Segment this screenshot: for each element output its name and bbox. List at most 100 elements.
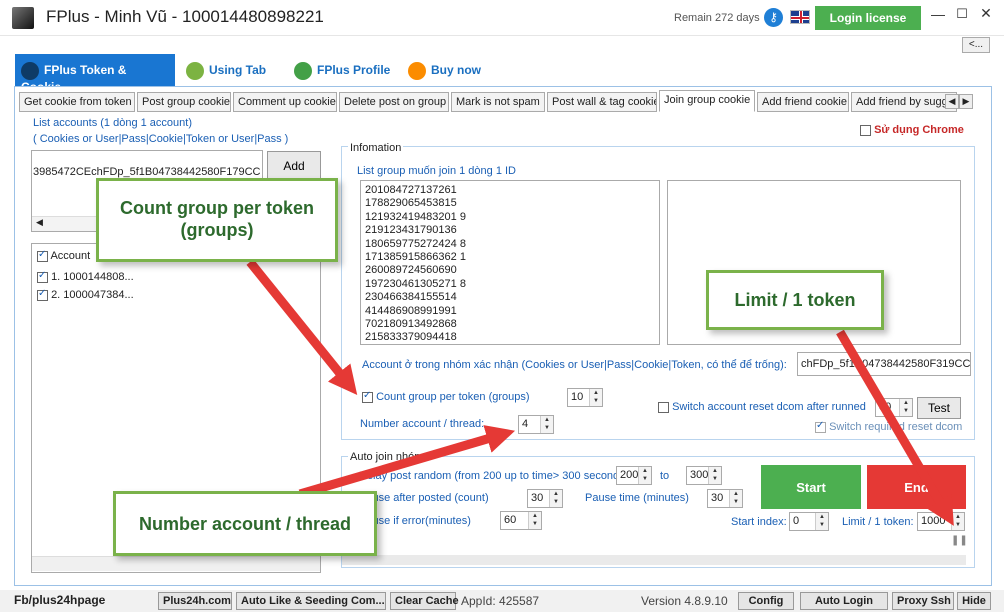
grid-scrollbar[interactable]: [32, 556, 320, 571]
tab-scroll-left-button[interactable]: ◀: [945, 94, 959, 109]
switch-account-option[interactable]: Switch account reset dcom after runned: [658, 401, 866, 413]
switch-required-checkbox: [815, 420, 826, 433]
switch-account-checkbox[interactable]: [658, 401, 669, 413]
delay-max-stepper[interactable]: 300 ▲ ▼: [686, 466, 722, 485]
tab-mark-not-spam[interactable]: Mark is not spam: [451, 92, 545, 112]
tab-join-group-cookie[interactable]: Join group cookie: [659, 90, 755, 112]
number-account-stepper[interactable]: 4 ▲ ▼: [518, 415, 554, 434]
count-group-checkbox[interactable]: [362, 390, 373, 403]
pause-error-stepper[interactable]: 60 ▲ ▼: [500, 511, 542, 530]
maximize-button[interactable]: ☐: [952, 6, 972, 26]
app-id: AppId: 425587: [461, 594, 540, 608]
link-icon: [186, 62, 204, 80]
cookie-icon: [21, 62, 39, 80]
group-list-label: List group muốn join 1 dòng 1 ID: [357, 165, 516, 177]
list-accounts-format: ( Cookies or User|Pass|Cookie|Token or U…: [33, 133, 289, 145]
number-account-label: Number account / thread:: [360, 418, 485, 430]
information-label: Infomation: [348, 142, 404, 154]
table-row[interactable]: 2. 1000047384...: [37, 288, 134, 301]
stepper-arrows-icon[interactable]: ▲ ▼: [528, 512, 541, 529]
subtab-bar: Get cookie from token Post group cookie …: [19, 90, 989, 112]
count-group-stepper[interactable]: 10 ▲ ▼: [567, 388, 603, 407]
nav-fplus-token-cookie[interactable]: FPlus Token & Cookie: [15, 54, 175, 94]
uk-flag-icon[interactable]: [790, 10, 810, 24]
tab-delete-post-on-group[interactable]: Delete post on group: [339, 92, 449, 112]
row-checkbox[interactable]: [37, 270, 48, 283]
switch-required-option: Switch required reset dcom: [815, 420, 962, 433]
switch-account-stepper[interactable]: 50 ▲ ▼: [875, 398, 913, 417]
pause-time-label: Pause time (minutes): [585, 492, 689, 504]
auto-login-button[interactable]: Auto Login: [800, 592, 888, 610]
proxy-ssh-button[interactable]: Proxy Ssh: [892, 592, 954, 610]
stepper-arrows-icon[interactable]: ▲ ▼: [951, 513, 964, 530]
grid-header: Account: [37, 249, 90, 262]
close-button[interactable]: ✕: [976, 5, 996, 25]
table-row[interactable]: 1. 1000144808...: [37, 270, 134, 283]
pause-icon: ❚❚: [951, 535, 968, 546]
auto-join-scrollbar[interactable]: [342, 555, 966, 565]
config-button[interactable]: Config: [738, 592, 794, 610]
stepper-arrows-icon[interactable]: ▲ ▼: [638, 467, 651, 484]
start-button[interactable]: Start: [761, 465, 861, 509]
add-button[interactable]: Add: [267, 151, 321, 181]
pause-time-stepper[interactable]: 30 ▲ ▼: [707, 489, 743, 508]
count-group-option[interactable]: Count group per token (groups): [362, 390, 530, 403]
tab-comment-up-cookie[interactable]: Comment up cookie: [233, 92, 337, 112]
callout-limit-token: Limit / 1 token: [706, 270, 884, 330]
tab-add-friend-by-suggest[interactable]: Add friend by sugge: [851, 92, 957, 112]
fb-page-link[interactable]: Fb/plus24hpage: [14, 593, 105, 611]
stepper-arrows-icon[interactable]: ▲ ▼: [899, 399, 912, 416]
app-logo-icon: [12, 7, 34, 29]
group-id-list: 201084727137261 178829065453815 12193241…: [365, 184, 466, 344]
tab-add-friend-cookie[interactable]: Add friend cookie: [757, 92, 849, 112]
stepper-arrows-icon[interactable]: ▲ ▼: [589, 389, 602, 406]
hide-button[interactable]: Hide: [957, 592, 991, 610]
stepper-arrows-icon[interactable]: ▲ ▼: [815, 513, 828, 530]
start-index-stepper[interactable]: 0 ▲ ▼: [789, 512, 829, 531]
refresh-icon: [408, 62, 426, 80]
group-id-textarea[interactable]: 201084727137261 178829065453815 12193241…: [360, 180, 660, 345]
version-label: Version 4.8.9.10: [641, 594, 728, 608]
stepper-arrows-icon[interactable]: ▲ ▼: [540, 416, 553, 433]
clear-cache-button[interactable]: Clear Cache: [390, 592, 459, 610]
group-icon: [294, 62, 312, 80]
tab-scroll-buttons: ◀ ▶: [945, 94, 989, 109]
confirm-account-input[interactable]: chFDp_5f1B04738442580F319CC;: [797, 352, 971, 376]
nav-using-tab[interactable]: Using Tab: [182, 54, 270, 86]
row-checkbox[interactable]: [37, 288, 48, 301]
select-all-checkbox[interactable]: [37, 249, 48, 262]
limit-per-token-label: Limit / 1 token:: [842, 516, 914, 528]
test-button[interactable]: Test: [917, 397, 961, 419]
stepper-arrows-icon[interactable]: ▲ ▼: [708, 467, 721, 484]
tab-post-wall-tag-cookie[interactable]: Post wall & tag cookie: [547, 92, 657, 112]
pause-count-label: Pause after posted (count): [359, 492, 489, 504]
cookie-value: 3985472CEchFDp_5f1B04738442580F179CC;: [33, 166, 261, 178]
start-index-label: Start index:: [731, 516, 787, 528]
use-chrome-option[interactable]: Sử dụng Chrome: [860, 124, 964, 136]
delay-label: Delay post random (from 200 up to time> …: [359, 470, 629, 482]
callout-number-account: Number account / thread: [113, 491, 377, 556]
auto-join-label: Auto join nhóm: [348, 451, 426, 463]
stepper-arrows-icon[interactable]: ▲ ▼: [549, 490, 562, 507]
tab-post-group-cookie[interactable]: Post group cookie: [137, 92, 231, 112]
confirm-account-label: Account ở trong nhóm xác nhận (Cookies o…: [362, 359, 787, 371]
collapse-button[interactable]: <...: [962, 37, 990, 53]
end-button[interactable]: End: [867, 465, 966, 509]
nav-fplus-profile[interactable]: FPlus Profile: [290, 54, 394, 86]
use-chrome-checkbox[interactable]: [860, 124, 871, 136]
tab-scroll-right-button[interactable]: ▶: [959, 94, 973, 109]
callout-count-group: Count group per token (groups): [96, 178, 338, 262]
key-icon[interactable]: ⚷: [764, 8, 783, 27]
to-label: to: [660, 470, 670, 482]
stepper-arrows-icon[interactable]: ▲ ▼: [729, 490, 742, 507]
login-license-button[interactable]: Login license: [815, 6, 921, 30]
delay-min-stepper[interactable]: 200 ▲ ▼: [616, 466, 652, 485]
tab-get-cookie-from-token[interactable]: Get cookie from token: [19, 92, 135, 112]
pause-count-stepper[interactable]: 30 ▲ ▼: [527, 489, 563, 508]
nav-buy-now[interactable]: Buy now: [404, 54, 485, 86]
limit-per-token-stepper[interactable]: 1000 ▲ ▼: [917, 512, 965, 531]
list-accounts-title: List accounts (1 dòng 1 account): [33, 117, 192, 129]
plus24h-button[interactable]: Plus24h.com: [158, 592, 232, 610]
auto-like-seeding-button[interactable]: Auto Like & Seeding Com...: [236, 592, 386, 610]
minimize-button[interactable]: —: [928, 6, 948, 26]
